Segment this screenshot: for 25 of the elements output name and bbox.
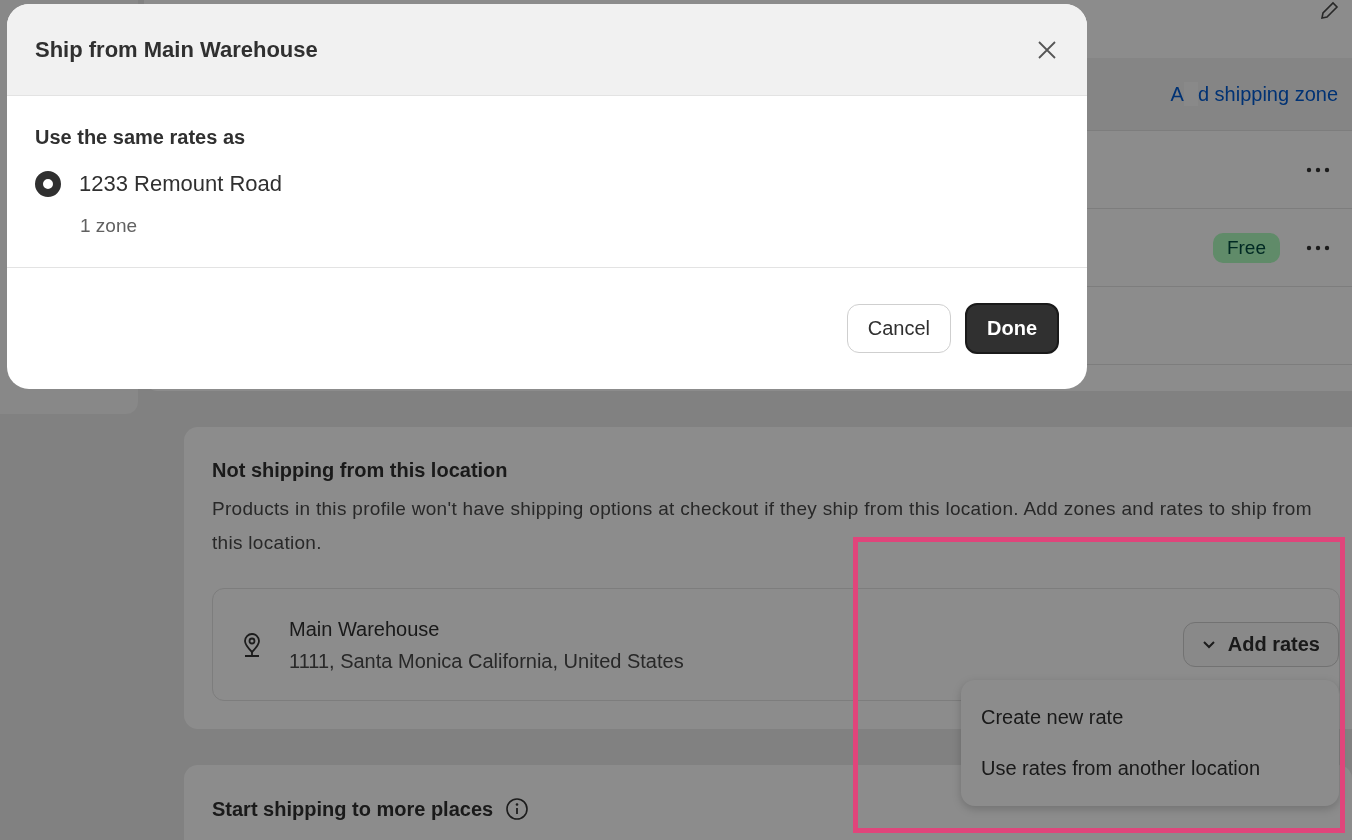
- menu-item[interactable]: Create new rate: [961, 692, 1339, 743]
- dialog-title: Ship from Main Warehouse: [35, 36, 318, 63]
- card-title: Start shipping to more places: [212, 797, 494, 821]
- radio-button[interactable]: [35, 171, 61, 197]
- pencil-icon: [1318, 0, 1340, 22]
- option-detail: 1 zone: [80, 215, 139, 237]
- more-icon: [1306, 166, 1330, 173]
- section-label: Use the same rates as: [35, 126, 247, 149]
- chevron-down-icon: [1201, 639, 1216, 650]
- option-label: 1233 Remount Road: [79, 171, 283, 197]
- more-icon: [1306, 244, 1330, 251]
- info-icon: [505, 797, 530, 821]
- card-title: Not shipping from this location: [212, 459, 509, 482]
- card-description: Products in this profile won't have shipping options at checkout if they ship from this location. Add zones and rates to ship from this location.: [212, 497, 1313, 555]
- location-address: 1111, Santa Monica California, United States: [289, 648, 685, 674]
- done-button[interactable]: Done: [965, 303, 1059, 354]
- free-badge: Free: [1212, 232, 1280, 263]
- close-icon: [1037, 39, 1057, 60]
- location-pin-icon: [241, 631, 263, 658]
- add-rates-button[interactable]: Add rates: [1182, 622, 1339, 667]
- add-shipping-zone-link[interactable]: A: [1170, 82, 1184, 106]
- location-name: Main Warehouse: [289, 616, 441, 642]
- menu-item[interactable]: Use rates from another location: [961, 743, 1339, 794]
- add-shipping-zone-link[interactable]: d shipping zone: [1197, 82, 1338, 106]
- cancel-button[interactable]: Cancel: [846, 304, 951, 353]
